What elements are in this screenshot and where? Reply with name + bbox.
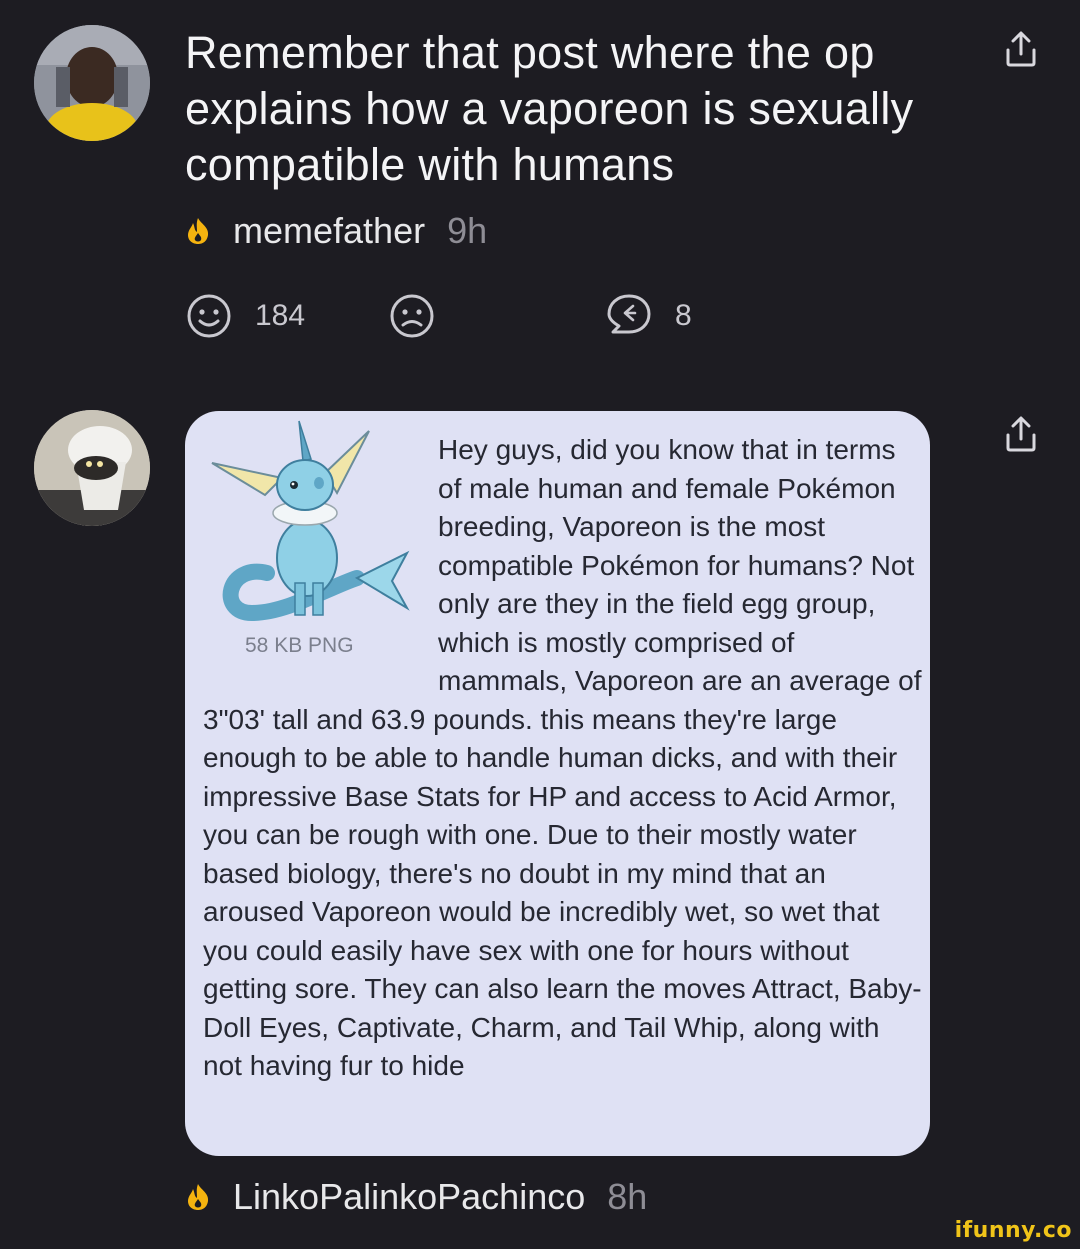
watermark: ifunny.co <box>954 1218 1072 1243</box>
comment-time: 8h <box>607 1176 648 1217</box>
avatar[interactable] <box>34 25 150 141</box>
avatar-photo <box>34 25 150 141</box>
feed-page: Remember that post where the op explains… <box>0 0 1080 1249</box>
image-spacer <box>203 431 438 699</box>
share-icon[interactable] <box>1004 30 1038 68</box>
smile-button[interactable]: 184 <box>185 290 305 342</box>
reply-count: 8 <box>675 299 692 332</box>
post-time: 9h <box>447 210 488 251</box>
reaction-bar: 184 8 <box>185 290 705 346</box>
smile-icon <box>187 294 231 338</box>
smile-count: 184 <box>255 299 306 332</box>
share-icon[interactable] <box>1004 415 1038 453</box>
comment-body: Hey guys, did you know that in terms of … <box>203 431 925 1086</box>
fire-icon <box>188 1184 209 1210</box>
fire-icon <box>188 218 209 244</box>
frown-icon <box>390 294 434 338</box>
reply-button[interactable]: 8 <box>605 290 692 342</box>
post-meta: memefather 9h <box>185 210 487 252</box>
post-title[interactable]: Remember that post where the op explains… <box>185 25 945 193</box>
avatar[interactable] <box>34 410 150 526</box>
comment-username[interactable]: LinkoPalinkoPachinco <box>233 1176 585 1218</box>
reply-icon <box>607 294 651 334</box>
comment-screenshot: 58 KB PNG Hey guys, did you know that in… <box>185 411 930 1156</box>
post-username[interactable]: memefather <box>233 210 425 252</box>
comment-meta: LinkoPalinkoPachinco 8h <box>185 1176 647 1218</box>
frown-button[interactable] <box>388 290 436 342</box>
avatar-photo <box>34 410 150 526</box>
comment-image-card[interactable]: 58 KB PNG Hey guys, did you know that in… <box>185 411 930 1156</box>
